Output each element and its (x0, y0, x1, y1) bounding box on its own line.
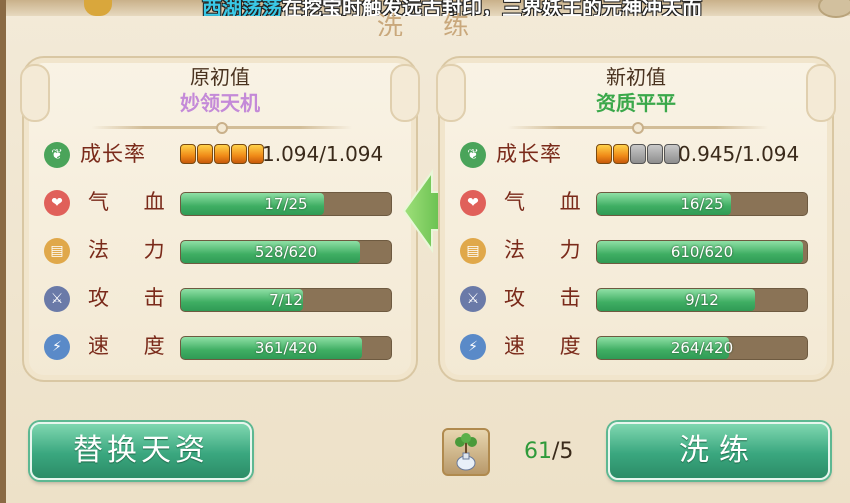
original-values-panel: 原初值 妙领天机 ❦ 成长率 1.094/1.094 ❤ 气 血 17/25 ▤… (20, 56, 420, 382)
stat-row-spd: ⚡ 速 度 264/420 (460, 332, 820, 360)
stat-label: 法 力 (88, 238, 179, 262)
stat-value: 610/620 (670, 243, 734, 261)
stat-value: 16/25 (680, 195, 724, 213)
stat-bar: 610/620 (596, 240, 808, 264)
growth-value: 0.945/1.094 (678, 142, 800, 166)
gem-filled-icon (596, 144, 612, 164)
stat-bar: 528/620 (180, 240, 392, 264)
sprout-icon: ❦ (44, 142, 70, 168)
stat-bar: 264/420 (596, 336, 808, 360)
sword-icon: ⚔ (460, 286, 486, 312)
gem-filled-icon (197, 144, 213, 164)
stat-label: 法 力 (504, 238, 595, 262)
stat-row-spd: ⚡ 速 度 361/420 (44, 332, 404, 360)
sprout-icon: ❦ (460, 142, 486, 168)
growth-gems (180, 144, 264, 166)
tree-vase-icon (455, 433, 477, 471)
stat-label: 攻 击 (88, 286, 179, 310)
gem-filled-icon (231, 144, 247, 164)
stat-value: 361/420 (254, 339, 318, 357)
growth-row: ❦ 成长率 1.094/1.094 (44, 140, 404, 168)
stat-value: 528/620 (254, 243, 318, 261)
stat-label: 速 度 (88, 334, 179, 358)
wash-button[interactable]: 洗练 (608, 422, 830, 480)
gem-filled-icon (180, 144, 196, 164)
divider (508, 122, 768, 134)
gem-empty-icon (630, 144, 646, 164)
stat-value: 17/25 (264, 195, 308, 213)
panel-subtitle: 妙领天机 (180, 91, 260, 115)
gem-filled-icon (613, 144, 629, 164)
stat-label: 速 度 (504, 334, 595, 358)
stat-row-hp: ❤ 气 血 16/25 (460, 188, 820, 216)
lightning-icon: ⚡ (460, 334, 486, 360)
dialog-title: 洗 练 (376, 12, 486, 36)
growth-row: ❦ 成长率 0.945/1.094 (460, 140, 820, 168)
growth-value: 1.094/1.094 (262, 142, 384, 166)
stat-bar: 9/12 (596, 288, 808, 312)
new-values-panel: 新初值 资质平平 ❦ 成长率 0.945/1.094 ❤ 气 血 16/25 ▤… (436, 56, 836, 382)
gem-empty-icon (647, 144, 663, 164)
stat-row-atk: ⚔ 攻 击 7/12 (44, 284, 404, 312)
replace-talent-button[interactable]: 替换天资 (30, 422, 252, 480)
stat-row-atk: ⚔ 攻 击 9/12 (460, 284, 820, 312)
stat-bar: 7/12 (180, 288, 392, 312)
gem-filled-icon (214, 144, 230, 164)
growth-gems (596, 144, 680, 166)
wash-item-slot[interactable] (442, 428, 490, 476)
divider (92, 122, 352, 134)
stat-value: 264/420 (670, 339, 734, 357)
growth-label: 成长率 (80, 142, 146, 166)
item-count: 61/5 (524, 438, 573, 466)
stat-row-mp: ▤ 法 力 528/620 (44, 236, 404, 264)
stat-label: 气 血 (504, 190, 595, 214)
item-have: 61 (524, 439, 552, 464)
panel-subtitle: 资质平平 (596, 91, 676, 115)
stat-value: 9/12 (685, 291, 719, 309)
scroll-icon: ▤ (44, 238, 70, 264)
stat-row-mp: ▤ 法 力 610/620 (460, 236, 820, 264)
heart-icon: ❤ (460, 190, 486, 216)
stat-label: 气 血 (88, 190, 179, 214)
stat-bar: 16/25 (596, 192, 808, 216)
lightning-icon: ⚡ (44, 334, 70, 360)
scroll-icon: ▤ (460, 238, 486, 264)
panel-heading: 原初值 (190, 65, 250, 89)
heart-icon: ❤ (44, 190, 70, 216)
sword-icon: ⚔ (44, 286, 70, 312)
stat-label: 攻 击 (504, 286, 595, 310)
panel-heading: 新初值 (606, 65, 666, 89)
growth-label: 成长率 (496, 142, 562, 166)
stat-row-hp: ❤ 气 血 17/25 (44, 188, 404, 216)
stat-bar: 361/420 (180, 336, 392, 360)
wash-dialog: 西湖荡荡在挖宝时触发远古封印，三界妖王的元神冲天而 洗 练 原初值 妙领天机 ❦… (0, 0, 850, 503)
item-need: /5 (552, 439, 574, 464)
stat-bar: 17/25 (180, 192, 392, 216)
stat-value: 7/12 (269, 291, 303, 309)
